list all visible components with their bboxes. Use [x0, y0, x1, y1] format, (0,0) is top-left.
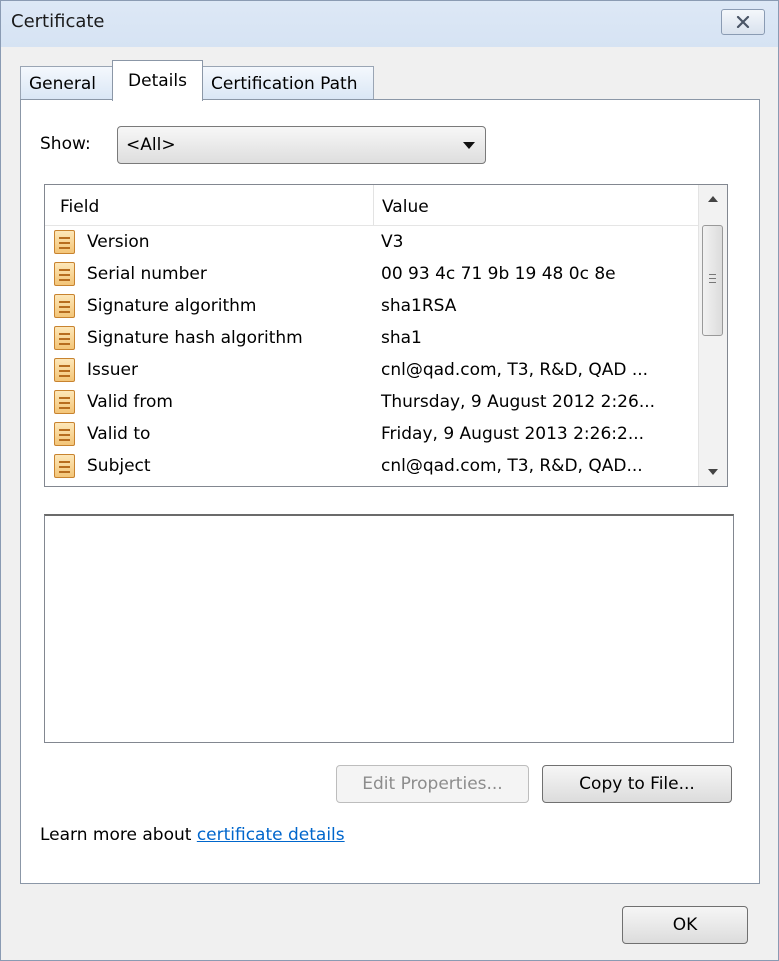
show-label: Show:	[40, 134, 91, 154]
field-detail-box[interactable]	[44, 514, 734, 743]
list-item[interactable]: Signature hash algorithm sha1	[45, 323, 699, 355]
list-item[interactable]: Subject cnl@qad.com, T3, R&D, QAD...	[45, 451, 699, 483]
certificate-field-icon	[54, 230, 75, 254]
close-icon	[736, 16, 750, 28]
field-name: Version	[87, 232, 150, 252]
list-item[interactable]: Version V3	[45, 227, 699, 259]
column-divider[interactable]	[373, 185, 374, 225]
certificate-field-icon	[54, 294, 75, 318]
show-select[interactable]: <All>	[117, 126, 486, 164]
title-bar: Certificate	[1, 1, 778, 45]
tab-details[interactable]: Details	[112, 60, 203, 101]
details-panel: Show: <All> Field Value Version V3 Seria…	[20, 99, 760, 884]
certificate-field-icon	[54, 390, 75, 414]
column-header-field[interactable]: Field	[60, 197, 99, 217]
list-item[interactable]: Valid to Friday, 9 August 2013 2:26:2...	[45, 419, 699, 451]
field-value: cnl@qad.com, T3, R&D, QAD ...	[381, 360, 649, 380]
certificate-details-link[interactable]: certificate details	[197, 825, 345, 845]
list-header: Field Value	[45, 185, 699, 226]
dialog-body: General Details Certification Path Show:…	[1, 47, 778, 960]
field-name: Signature hash algorithm	[87, 328, 303, 348]
close-button[interactable]	[721, 9, 765, 35]
field-value: 00 93 4c 71 9b 19 48 0c 8e	[381, 264, 616, 284]
field-value: sha1	[381, 328, 422, 348]
certificate-field-icon	[54, 422, 75, 446]
scroll-up-icon[interactable]	[699, 185, 727, 213]
column-header-value[interactable]: Value	[382, 197, 429, 217]
tab-general[interactable]: General	[20, 66, 113, 100]
show-select-value: <All>	[126, 135, 176, 155]
list-item[interactable]: Issuer cnl@qad.com, T3, R&D, QAD ...	[45, 355, 699, 387]
window-title: Certificate	[11, 11, 105, 32]
list-item[interactable]: Signature algorithm sha1RSA	[45, 291, 699, 323]
certificate-field-icon	[54, 262, 75, 286]
field-value: Thursday, 9 August 2012 2:26...	[381, 392, 656, 412]
ok-button[interactable]: OK	[622, 906, 748, 944]
certificate-field-icon	[54, 358, 75, 382]
field-name: Valid from	[87, 392, 173, 412]
field-value: Friday, 9 August 2013 2:26:2...	[381, 424, 645, 444]
field-list[interactable]: Field Value Version V3 Serial number 00 …	[44, 184, 728, 487]
scroll-down-icon[interactable]	[699, 458, 727, 486]
field-value: sha1RSA	[381, 296, 457, 316]
copy-to-file-button[interactable]: Copy to File...	[542, 765, 732, 803]
certificate-dialog: Certificate General Details Certificatio…	[0, 0, 779, 961]
certificate-field-icon	[54, 326, 75, 350]
field-name: Serial number	[87, 264, 207, 284]
tab-certification-path[interactable]: Certification Path	[202, 66, 374, 100]
learn-more-prefix: Learn more about	[40, 825, 197, 845]
certificate-field-icon	[54, 454, 75, 478]
vertical-scrollbar[interactable]	[698, 185, 727, 486]
field-name: Valid to	[87, 424, 151, 444]
scrollbar-thumb[interactable]	[702, 225, 723, 336]
edit-properties-button[interactable]: Edit Properties...	[336, 765, 529, 803]
field-value: cnl@qad.com, T3, R&D, QAD...	[381, 456, 643, 476]
field-name: Signature algorithm	[87, 296, 257, 316]
field-value: V3	[381, 232, 404, 252]
list-item[interactable]: Serial number 00 93 4c 71 9b 19 48 0c 8e	[45, 259, 699, 291]
chevron-down-icon	[463, 142, 475, 149]
learn-more-text: Learn more about certificate details	[40, 825, 345, 845]
field-name: Subject	[87, 456, 151, 476]
field-name: Issuer	[87, 360, 138, 380]
list-item[interactable]: Valid from Thursday, 9 August 2012 2:26.…	[45, 387, 699, 419]
